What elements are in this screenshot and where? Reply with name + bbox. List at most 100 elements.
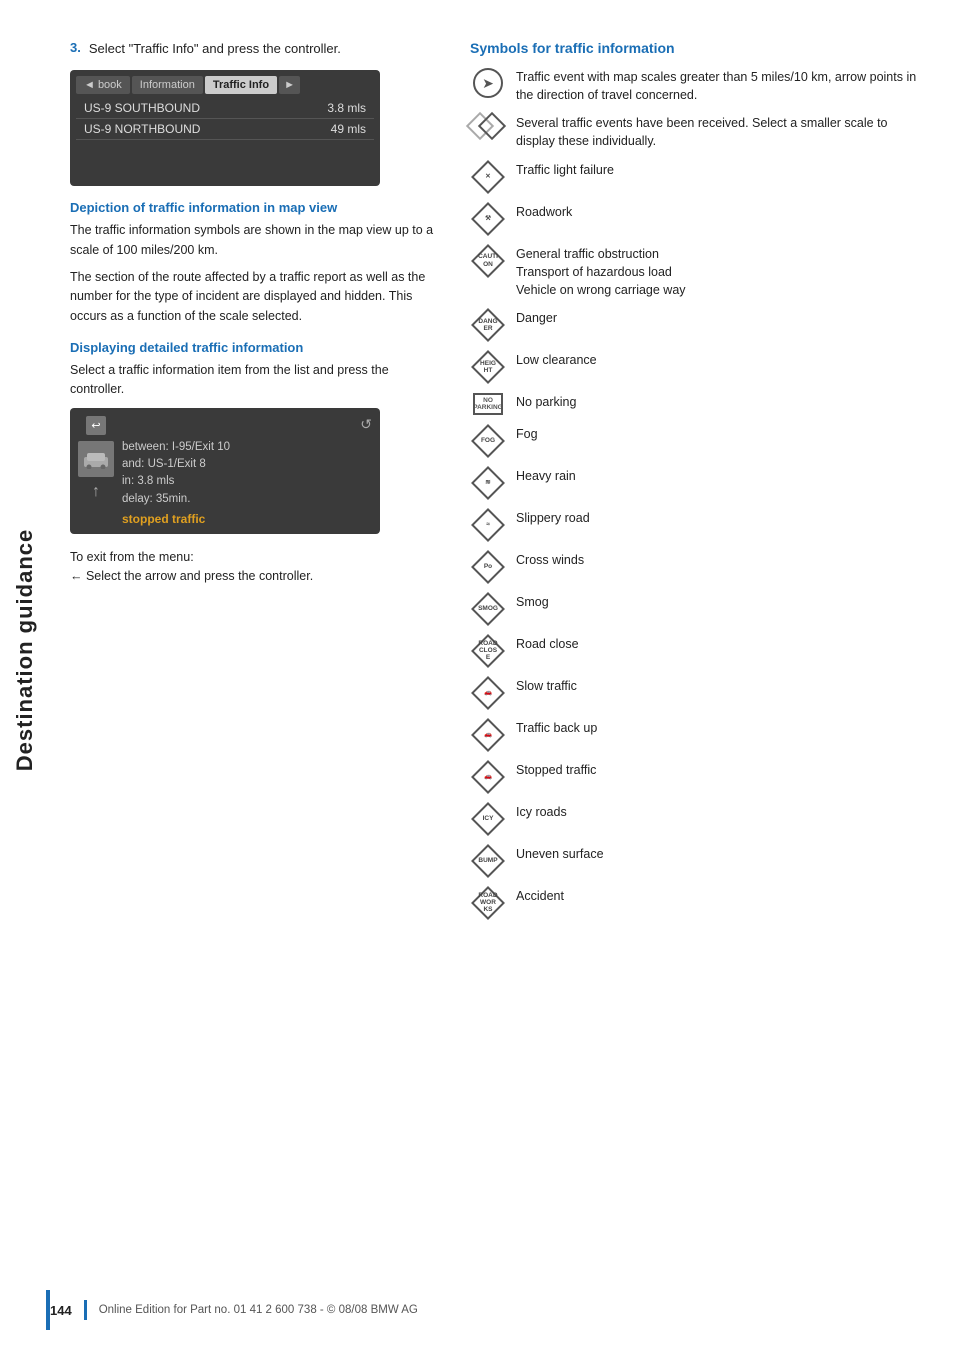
symbol-icon: ✕ (470, 161, 506, 193)
symbol-label: Cross winds (516, 551, 584, 569)
traffic-tabs: ◄ book Information Traffic Info ► (76, 76, 374, 94)
symbol-icon: FOG (470, 425, 506, 457)
symbol-icon: ROAD CLOSE (470, 635, 506, 667)
symbol-label: Fog (516, 425, 538, 443)
detail-back-button[interactable]: ↩ (86, 416, 105, 435)
list-item: 🚗 Stopped traffic (470, 761, 924, 793)
route-dist-2: 49 mls (331, 122, 366, 136)
route-name-1: US-9 SOUTHBOUND (84, 101, 200, 115)
symbol-icon: ➤ (470, 68, 506, 98)
symbol-label: Smog (516, 593, 549, 611)
sidebar-title: Destination guidance (12, 529, 38, 771)
list-item: ICY Icy roads (470, 803, 924, 835)
symbol-label: Danger (516, 309, 557, 327)
list-item: Several traffic events have been receive… (470, 114, 924, 150)
tab-traffic-active[interactable]: Traffic Info (205, 76, 277, 94)
diamond-icon: CAUTION (472, 245, 504, 277)
page-number: 144 (50, 1303, 72, 1318)
list-item: FOG Fog (470, 425, 924, 457)
step-number: 3. (70, 40, 81, 58)
section-map-heading: Depiction of traffic information in map … (70, 200, 440, 215)
detail-line3: in: 3.8 mls (122, 473, 372, 490)
list-item: ➤ Traffic event with map scales greater t… (470, 68, 924, 104)
tab-next-arrow[interactable]: ► (279, 76, 300, 94)
tab-book[interactable]: ◄ book (76, 76, 130, 94)
left-column: 3. Select "Traffic Info" and press the c… (70, 40, 440, 929)
step-text: Select "Traffic Info" and press the cont… (89, 40, 341, 58)
diamond-icon: HEIGHT (472, 351, 504, 383)
exit-text-1: To exit from the menu: (70, 548, 440, 567)
list-item: CAUTION General traffic obstruction Tran… (470, 245, 924, 299)
symbol-label: Roadwork (516, 203, 572, 221)
symbol-icon: 🚗 (470, 719, 506, 751)
symbol-icon: SMOG (470, 593, 506, 625)
map-text-1: The traffic information symbols are show… (70, 221, 440, 260)
diamond-icon: 🚗 (472, 677, 504, 709)
symbol-icon: 🚗 (470, 761, 506, 793)
right-column: Symbols for traffic information ➤ Traffic… (470, 40, 924, 929)
detail-text: Select a traffic information item from t… (70, 361, 440, 400)
step-3-intro: 3. Select "Traffic Info" and press the c… (70, 40, 440, 58)
symbol-label: Stopped traffic (516, 761, 596, 779)
list-item: SMOG Smog (470, 593, 924, 625)
symbol-label: Traffic light failure (516, 161, 614, 179)
diamond-icon: FOG (472, 425, 504, 457)
diamond-icon: ≈ (472, 509, 504, 541)
tab-information[interactable]: Information (132, 76, 203, 94)
diamond-icon: ✕ (472, 161, 504, 193)
symbol-label: Slippery road (516, 509, 590, 527)
list-item: ✕ Traffic light failure (470, 161, 924, 193)
symbol-label: Icy roads (516, 803, 567, 821)
symbol-label: No parking (516, 393, 576, 411)
section-detail-heading: Displaying detailed traffic information (70, 340, 440, 355)
up-arrow-icon: ↑ (92, 483, 100, 501)
list-item: 🚗 Traffic back up (470, 719, 924, 751)
diamond-icon: 🚗 (472, 761, 504, 793)
diamond-icon: ROAD WORKS (472, 887, 504, 919)
footer-text: Online Edition for Part no. 01 41 2 600 … (99, 1304, 418, 1316)
symbol-icon: ⚒ (470, 203, 506, 235)
list-item: ROAD WORKS Accident (470, 887, 924, 919)
diamond-icon: ROAD CLOSE (472, 635, 504, 667)
symbol-icon: NO PARKING (470, 393, 506, 415)
symbol-icon: BUMP (470, 845, 506, 877)
list-item: ≈ Slippery road (470, 509, 924, 541)
table-row: US-9 SOUTHBOUND 3.8 mls (76, 98, 374, 119)
rect-sign-icon: NO PARKING (473, 393, 503, 415)
detail-display-box: ↩ ↑ ↺ between: I-95/Exit 10 (70, 408, 380, 534)
detail-left-controls: ↩ ↑ (78, 416, 114, 501)
list-item: Po Cross winds (470, 551, 924, 583)
detail-car-icon (78, 441, 114, 477)
symbols-heading: Symbols for traffic information (470, 40, 924, 56)
symbol-label: Accident (516, 887, 564, 905)
list-item: HEIGHT Low clearance (470, 351, 924, 383)
symbol-icon (470, 114, 506, 142)
list-item: BUMP Uneven surface (470, 845, 924, 877)
symbol-label: Uneven surface (516, 845, 604, 863)
list-item: NO PARKING No parking (470, 393, 924, 415)
footer-divider (84, 1300, 87, 1320)
diamond-icon: ≋ (472, 467, 504, 499)
list-item: ⚒ Roadwork (470, 203, 924, 235)
symbol-label: Low clearance (516, 351, 597, 369)
detail-line1: between: I-95/Exit 10 (122, 439, 372, 456)
symbol-icon: 🚗 (470, 677, 506, 709)
map-text-2: The section of the route affected by a t… (70, 268, 440, 326)
symbol-icon: ICY (470, 803, 506, 835)
route-name-2: US-9 NORTHBOUND (84, 122, 200, 136)
sidebar: Destination guidance (0, 0, 50, 1300)
traffic-display-box: ◄ book Information Traffic Info ► US-9 S… (70, 70, 380, 186)
exit-text-2: ← Select the arrow and press the control… (70, 567, 440, 586)
detail-line2: and: US-1/Exit 8 (122, 456, 372, 473)
page-footer: 144 Online Edition for Part no. 01 41 2 … (50, 1300, 934, 1320)
list-item: ROAD CLOSE Road close (470, 635, 924, 667)
diamond-icon: SMOG (472, 593, 504, 625)
detail-header: ↺ (122, 416, 372, 433)
symbol-label: Slow traffic (516, 677, 577, 695)
symbol-label: General traffic obstruction Transport of… (516, 245, 686, 299)
arrow-circle-icon: ➤ (473, 68, 503, 98)
refresh-icon[interactable]: ↺ (360, 416, 372, 433)
symbol-label: Traffic event with map scales greater th… (516, 68, 924, 104)
symbol-label: Heavy rain (516, 467, 576, 485)
double-diamond-icon (470, 114, 506, 142)
